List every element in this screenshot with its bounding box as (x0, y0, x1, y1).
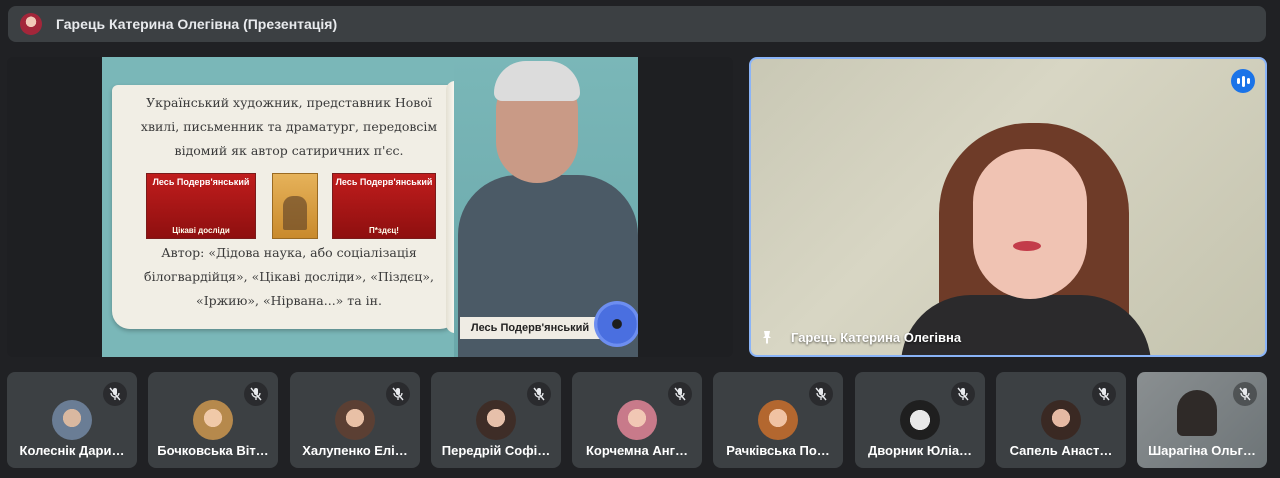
avatar (476, 400, 516, 440)
avatar (900, 400, 940, 440)
speaker-body (901, 295, 1151, 355)
participant-tile[interactable]: Бочковська Віт… (148, 372, 278, 468)
participant-name: Колеснік Дари… (19, 443, 125, 458)
book-cover-1-sub: Цікаві досліди (172, 226, 230, 235)
participant-name: Передрій Софі… (441, 443, 551, 458)
presentation-slide: Український художник, представник Нової … (102, 57, 638, 357)
participant-tile[interactable]: Дворник Юліа… (855, 372, 985, 468)
presentation-tile[interactable]: Український художник, представник Нової … (7, 57, 733, 357)
participant-tile[interactable]: Колеснік Дари… (7, 372, 137, 468)
participant-video (1177, 390, 1217, 436)
avatar (758, 400, 798, 440)
avatar (1041, 400, 1081, 440)
participant-name: Рачківська По… (726, 443, 830, 458)
mic-off-icon (103, 382, 127, 406)
participant-tile[interactable]: Передрій Софі… (431, 372, 561, 468)
avatar (52, 400, 92, 440)
slide-scroll: Український художник, представник Нової … (112, 81, 464, 333)
book-cover-1-title: Лесь Подерв'янський (152, 177, 250, 187)
pin-icon[interactable] (759, 329, 775, 345)
audio-bars-icon (1231, 69, 1255, 93)
participant-name: Корчемна Анг… (585, 443, 689, 458)
participant-name: Сапель Анаст… (1009, 443, 1113, 458)
participant-tile[interactable]: Халупенко Елі… (290, 372, 420, 468)
avatar (193, 400, 233, 440)
book-cover-2 (272, 173, 318, 239)
mic-off-icon (244, 382, 268, 406)
presenter-bar: Гарець Катерина Олегівна (Презентація) (8, 6, 1266, 42)
flower-decoration (594, 301, 638, 347)
participant-name: Дворник Юліа… (867, 443, 973, 458)
participant-tile[interactable]: Сапель Анаст… (996, 372, 1126, 468)
book-cover-3-sub: П*здєц! (369, 226, 399, 235)
speaker-face (973, 149, 1087, 299)
avatar (335, 400, 375, 440)
mic-off-icon (668, 382, 692, 406)
active-speaker-tile[interactable]: Гарець Катерина Олегівна (749, 57, 1267, 357)
book-cover-3: Лесь Подерв'янський П*здєц! (332, 173, 436, 239)
photo-caption: Лесь Подерв'янський (460, 317, 600, 339)
slide-description: Український художник, представник Нової … (140, 95, 438, 158)
avatar (617, 400, 657, 440)
speaker-lips (1013, 241, 1041, 251)
participant-name: Шарагіна Ольг… (1148, 443, 1256, 458)
book-cover-3-title: Лесь Подерв'янський (335, 177, 433, 187)
mic-off-icon (1233, 382, 1257, 406)
slide-authors: Автор: «Дідова наука, або соціалізація б… (144, 245, 434, 308)
mic-off-icon (527, 382, 551, 406)
book-cover-1: Лесь Подерв'янський Цікаві досліди (146, 173, 256, 239)
presenter-avatar (20, 13, 42, 35)
participant-tile[interactable]: Рачківська По… (713, 372, 843, 468)
participant-tile-video[interactable]: Шарагіна Ольг… (1137, 372, 1267, 468)
participant-tile[interactable]: Корчемна Анг… (572, 372, 702, 468)
participant-name: Халупенко Елі… (302, 443, 408, 458)
participant-name: Бочковська Віт… (157, 443, 269, 458)
mic-off-icon (1092, 382, 1116, 406)
author-hair (494, 61, 580, 101)
presenter-title: Гарець Катерина Олегівна (Презентація) (56, 16, 338, 32)
mic-off-icon (951, 382, 975, 406)
speaker-name: Гарець Катерина Олегівна (791, 330, 962, 345)
mic-off-icon (809, 382, 833, 406)
mic-off-icon (386, 382, 410, 406)
